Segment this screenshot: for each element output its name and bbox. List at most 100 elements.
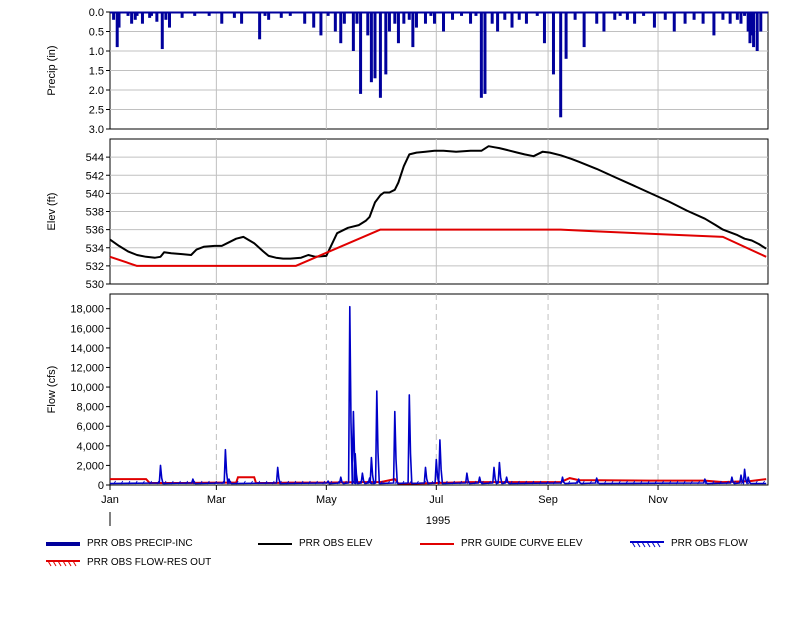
flow-ytick-label-0: 0	[98, 480, 104, 492]
precip-bar	[240, 12, 244, 24]
flow-ytick-label-7: 14,000	[70, 343, 104, 355]
precip-bar	[140, 12, 144, 24]
legend-swatch-guide	[420, 540, 454, 548]
flow-ytick-label-2: 4,000	[76, 441, 104, 453]
precip-bar	[712, 12, 716, 36]
x-tick-label-1: Mar	[207, 494, 226, 506]
precip-ylabel: Precip (in)	[46, 45, 58, 95]
precip-bar	[728, 12, 732, 24]
precip-bar	[351, 12, 355, 51]
precip-bar	[759, 12, 763, 32]
precip-bar	[559, 12, 563, 118]
precip-bar	[672, 12, 676, 32]
elevation-panel: 530 532 534 536 538 540 542 544 Elev (ft)	[46, 138, 769, 291]
precip-bar	[369, 12, 373, 83]
precip-bar	[258, 12, 262, 40]
precip-bar	[160, 12, 164, 50]
flow-ytick-label-3: 6,000	[76, 421, 104, 433]
legend-item-elev: PRR OBS ELEV	[258, 538, 372, 549]
flow-panel: 0 2,000 4,000 6,000 8,000 10,000 12,000 14,000 1…	[46, 293, 769, 492]
precip-bar	[701, 12, 705, 24]
legend-label-flow: PRR OBS FLOW	[671, 538, 748, 549]
precip-bar	[490, 12, 494, 24]
elev-ytick-label-2: 534	[86, 243, 104, 255]
precip-bar	[378, 12, 382, 98]
precip-bar	[510, 12, 514, 28]
precip-ytick-label-6: 3.0	[89, 124, 104, 136]
time-axis: Jan Mar May Jul Sep Nov 1995	[101, 485, 668, 527]
legend-item-flow: PRR OBS FLOW	[630, 538, 748, 549]
precip-bar	[582, 12, 586, 48]
precip-bar	[373, 12, 377, 79]
precip-bar	[396, 12, 400, 44]
x-tick-label-0: Jan	[101, 494, 119, 506]
precip-ytick-label-2: 1.0	[89, 46, 104, 58]
precip-bar	[393, 12, 397, 24]
flow-ytick-label-9: 18,000	[70, 304, 104, 316]
flow-ytick-label-8: 16,000	[70, 323, 104, 335]
precip-ytick-label-4: 2.0	[89, 85, 104, 97]
precip-bar	[312, 12, 316, 28]
precip-ytick-label-0: 0.0	[89, 7, 104, 19]
precip-bar	[167, 12, 171, 28]
legend: PRR OBS PRECIP-INC PRR OBS ELEV PRR GUID…	[46, 536, 786, 576]
legend-swatch-res-out	[46, 559, 80, 567]
legend-swatch-flow	[630, 540, 664, 548]
precip-bar	[633, 12, 637, 24]
precip-bar	[442, 12, 446, 32]
legend-label-guide: PRR GUIDE CURVE ELEV	[461, 538, 583, 549]
precip-bar	[339, 12, 343, 44]
precip-ytick-label-5: 2.5	[89, 105, 104, 117]
precip-bar	[402, 12, 406, 24]
precip-bar	[303, 12, 307, 24]
precip-bar	[551, 12, 555, 75]
legend-label-res-out: PRR OBS FLOW-RES OUT	[87, 557, 212, 568]
precip-bar	[384, 12, 388, 75]
precip-bar	[359, 12, 363, 94]
legend-label-elev: PRR OBS ELEV	[299, 538, 373, 549]
precip-bar	[479, 12, 483, 98]
legend-label-precip: PRR OBS PRECIP-INC	[87, 538, 193, 549]
x-tick-label-4: Sep	[538, 494, 558, 506]
precip-ytick-label-3: 1.5	[89, 66, 104, 78]
elev-ytick-label-7: 544	[86, 152, 104, 164]
precip-bar	[755, 12, 759, 51]
precip-bar	[342, 12, 346, 24]
precip-bar	[595, 12, 599, 24]
elev-ytick-label-3: 536	[86, 225, 104, 237]
precip-bar	[414, 12, 418, 28]
flow-ytick-label-1: 2,000	[76, 460, 104, 472]
flow-ytick-label-5: 10,000	[70, 382, 104, 394]
precip-bar	[387, 12, 391, 32]
precip-bar	[130, 12, 134, 24]
precip-bar	[602, 12, 606, 32]
legend-item-precip: PRR OBS PRECIP-INC	[46, 538, 193, 549]
flow-ylabel: Flow (cfs)	[46, 366, 58, 414]
precip-bar	[739, 12, 743, 24]
precip-bar	[432, 12, 436, 24]
precip-bar	[524, 12, 528, 24]
precip-bar	[220, 12, 224, 24]
precip-bar	[652, 12, 656, 28]
elev-ytick-label-0: 530	[86, 279, 104, 291]
precip-panel: 0.0 0.5 1.0 1.5 2.0 2.5 3.0 Precip (in)	[46, 7, 769, 136]
elev-ylabel: Elev (ft)	[46, 193, 58, 231]
precip-bar	[411, 12, 415, 48]
legend-item-guide: PRR GUIDE CURVE ELEV	[420, 538, 583, 549]
precip-bar	[483, 12, 487, 94]
legend-swatch-precip	[46, 540, 80, 548]
precip-bar	[564, 12, 568, 59]
precip-bar	[683, 12, 687, 24]
precip-bar	[469, 12, 473, 24]
precip-bar	[423, 12, 427, 24]
elev-ytick-label-1: 532	[86, 261, 104, 273]
precip-ytick-label-1: 0.5	[89, 27, 104, 39]
precip-bar	[496, 12, 500, 32]
precip-bar	[542, 12, 546, 44]
legend-swatch-elev	[258, 540, 292, 548]
precip-bar	[366, 12, 370, 36]
hydrograph-chart: 0.0 0.5 1.0 1.5 2.0 2.5 3.0 Precip (in) 530 532 5…	[46, 7, 769, 527]
elev-ytick-label-4: 538	[86, 207, 104, 219]
flow-ytick-label-4: 8,000	[76, 402, 104, 414]
precip-bar	[333, 12, 337, 32]
